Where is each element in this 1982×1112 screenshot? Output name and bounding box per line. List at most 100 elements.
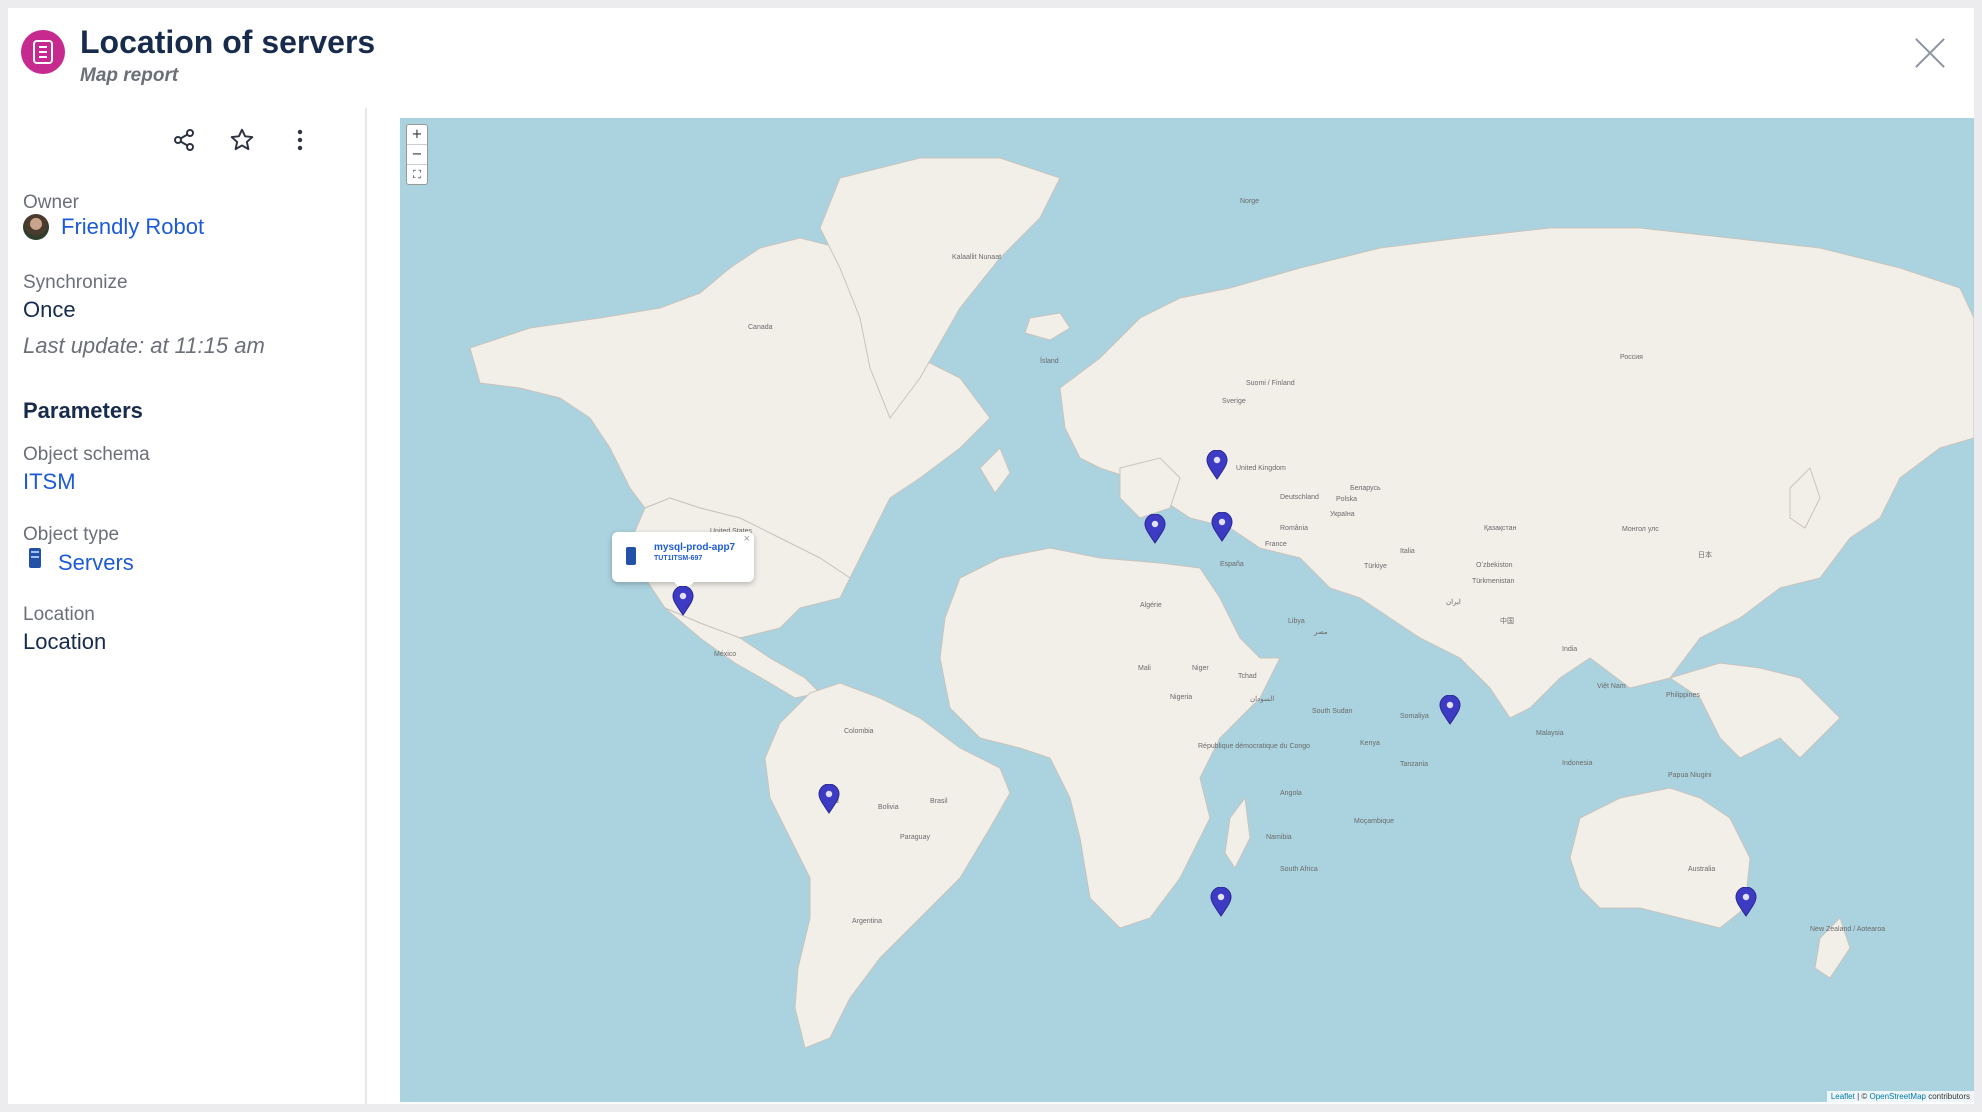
map-marker-pin-icon[interactable] [818,784,840,814]
map-place-label: Colombia [844,728,874,735]
map-place-label: Moçambique [1354,818,1395,825]
map-place-label: Indonesia [1562,760,1593,767]
more-vertical-icon[interactable] [284,124,316,156]
popup-object-name[interactable]: mysql-prod-app7 [654,542,735,553]
map-place-label: Paraguay [900,834,930,841]
map-place-label: Беларусь [1350,485,1381,492]
map-place-label: Türkiye [1364,563,1387,570]
map-place-label: Mali [1138,665,1151,672]
map-marker-pin-icon[interactable] [1144,514,1166,544]
object-type-label: Object type [23,524,120,545]
map-marker-pin-icon[interactable] [1211,512,1233,542]
map-place-label: Việt Nam [1597,683,1626,690]
map-place-label: Malaysia [1536,730,1564,737]
map-place-label: Kalaallit Nunaat [952,254,1002,261]
map-place-label: România [1280,525,1309,532]
map-place-label: España [1220,561,1244,568]
map-place-label: Canada [748,324,773,331]
map-place-label: Libya [1288,618,1305,625]
map-place-label: السودان [1250,696,1275,703]
map-place-label: New Zealand / Aotearoa [1810,926,1886,933]
attribution-separator: | © [1854,1092,1870,1101]
dialog-header: Location of servers Map report [8,8,1974,108]
marker-popup[interactable]: mysql-prod-app7 TUT1ITSM-697 × [612,532,754,592]
map-marker-pin-icon[interactable] [1735,887,1757,917]
map-place-label: Niger [1192,665,1209,672]
last-update-text: Last update: at 11:15 am [23,333,265,358]
leaflet-link[interactable]: Leaflet [1831,1092,1855,1101]
share-icon[interactable] [168,124,200,156]
map-place-label: مصر [1314,629,1328,636]
map-place-label: Россия [1620,354,1643,361]
map-place-label: Україна [1330,511,1355,518]
zoom-out-button[interactable]: − [407,145,427,165]
map-attribution: Leaflet | © OpenStreetMap contributors [1826,1091,1974,1102]
object-schema-link[interactable]: ITSM [23,469,76,495]
owner-label: Owner [23,192,79,213]
map-place-label: Tanzania [1400,761,1429,768]
map-place-label: India [1562,646,1578,653]
map-place-label: Philippines [1666,692,1700,699]
osm-link[interactable]: OpenStreetMap [1869,1092,1925,1101]
map-marker-pin-icon[interactable] [672,586,694,616]
owner-link[interactable]: Friendly Robot [61,214,204,240]
popup-object-key[interactable]: TUT1ITSM-697 [654,555,702,562]
world-map[interactable]: + − ⛶ Kalaallit NunaatCanadaUnited State… [400,118,1974,1102]
map-place-label: Bolivia [878,804,899,811]
map-place-label: Suomi / Finland [1246,380,1295,387]
map-place-label: Polska [1336,496,1358,503]
map-place-label: 日本 [1698,552,1712,559]
avatar [23,214,49,240]
report-document-icon [21,30,65,74]
map-place-label: Kenya [1360,740,1380,747]
map-place-label: Türkmenistan [1472,578,1515,585]
star-icon[interactable] [226,124,258,156]
map-place-label: Somaliya [1400,713,1429,720]
map-place-label: Argentina [852,918,882,925]
page-title: Location of servers [80,24,376,60]
map-place-label: Монгол улс [1622,526,1659,533]
attribution-text: contributors [1925,1092,1970,1101]
details-sidebar: Owner Friendly Robot Synchronize Once La… [8,108,367,1104]
map-marker-pin-icon[interactable] [1439,695,1461,725]
map-place-label: South Sudan [1312,708,1353,715]
map-place-label: Papua Niugini [1668,772,1712,779]
map-place-label: Tchad [1238,673,1257,680]
fullscreen-button[interactable]: ⛶ [407,165,427,184]
map-place-label: México [714,651,737,658]
map-place-label: Ísland [1040,358,1059,365]
map-place-label: République démocratique du Congo [1198,743,1311,750]
map-place-label: Oʻzbekiston [1476,562,1513,569]
object-type-link[interactable]: Servers [58,550,134,576]
map-place-label: Angola [1280,790,1302,797]
map-place-label: Қазақстан [1484,525,1517,532]
synchronize-label: Synchronize [23,272,128,293]
map-place-label: 中国 [1500,618,1514,625]
location-label: Location [23,604,95,625]
close-icon[interactable] [1913,36,1947,70]
map-place-label: United Kingdom [1236,465,1286,472]
map-land-layer [469,157,1974,1049]
zoom-in-button[interactable]: + [407,125,427,145]
map-marker-pin-icon[interactable] [1206,450,1228,480]
location-value: Location [23,629,107,654]
popup-close-icon[interactable]: × [744,533,750,545]
parameters-heading: Parameters [23,398,143,423]
object-schema-label: Object schema [23,444,150,465]
map-place-label: Norge [1240,198,1260,205]
map-place-label: Australia [1688,866,1716,873]
server-icon [29,548,41,568]
synchronize-value: Once [23,297,76,322]
sidebar-toolbar [168,124,316,156]
map-report-dialog: Location of servers Map report Owner Fri… [8,8,1974,1104]
report-type-subtitle: Map report [80,65,179,86]
zoom-control: + − ⛶ [406,124,428,185]
server-icon [626,547,636,565]
map-place-label: South Africa [1280,866,1318,873]
map-place-label: France [1265,541,1287,548]
map-place-label: Algérie [1140,602,1162,609]
map-place-label: Sverige [1222,398,1246,405]
map-place-label: Brasil [930,798,948,805]
map-place-label: Nigeria [1170,694,1193,701]
map-marker-pin-icon[interactable] [1210,887,1232,917]
